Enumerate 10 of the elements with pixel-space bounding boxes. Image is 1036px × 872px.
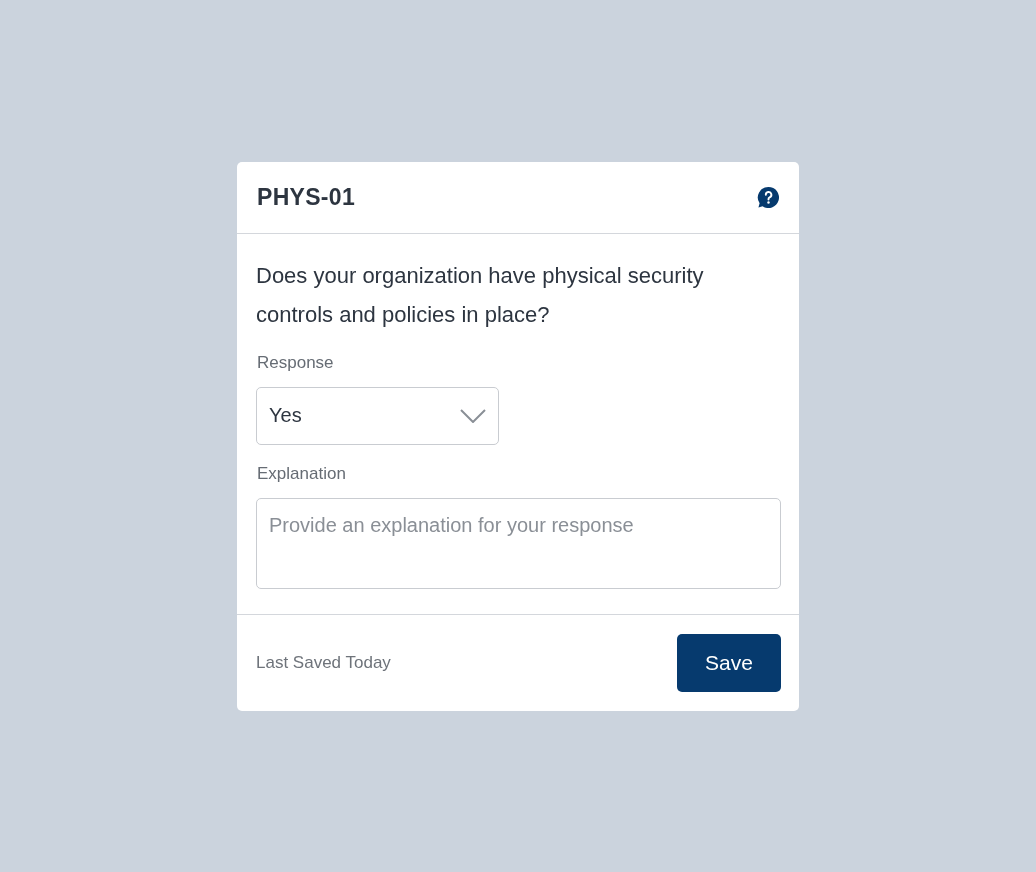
card-title: PHYS-01 [257, 183, 355, 211]
chevron-down-icon [460, 408, 486, 423]
save-button[interactable]: Save [677, 633, 781, 692]
question-text: Does your organization have physical security controls and policies in place? [256, 261, 705, 329]
explanation-label: Explanation [257, 463, 346, 484]
help-icon[interactable] [757, 185, 780, 209]
explanation-field[interactable]: Provide an explanation for your response [256, 497, 781, 589]
save-status: Last Saved Today [256, 652, 391, 673]
response-label: Response [257, 352, 334, 373]
response-select[interactable]: Yes [256, 386, 499, 445]
